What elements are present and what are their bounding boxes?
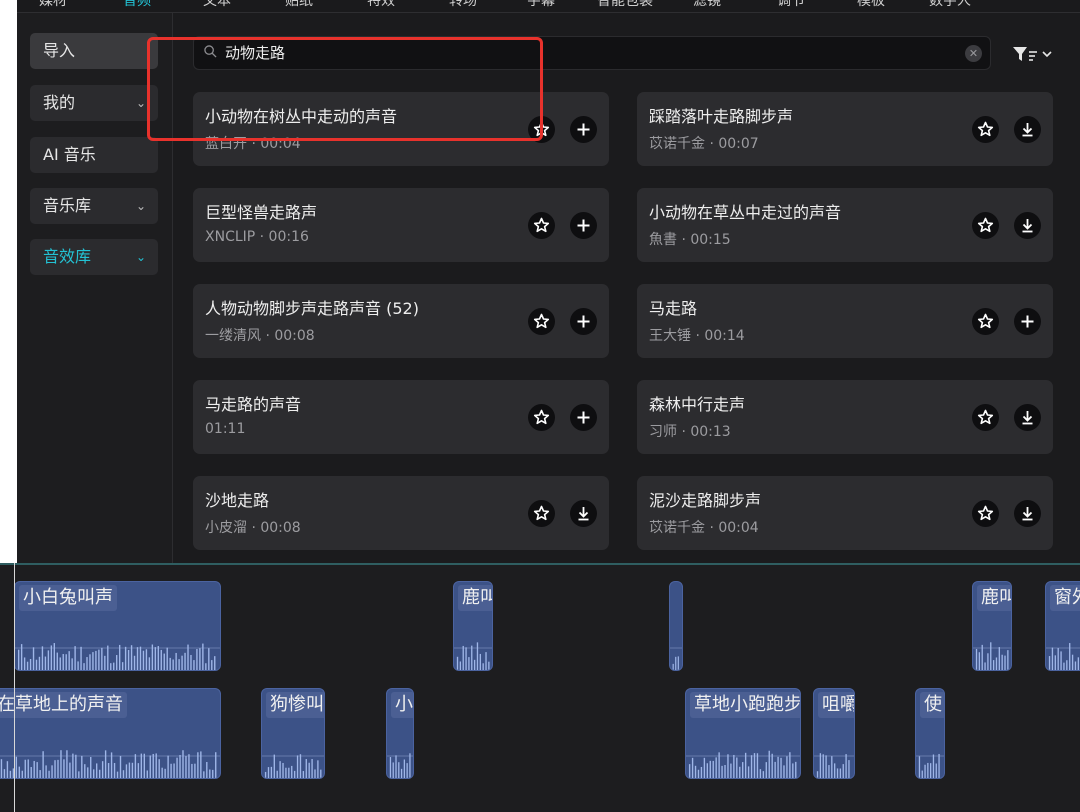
sfx-author-duration: 苡诺千金 · 00:04 [649, 520, 759, 536]
timeline-clip[interactable]: 鹿叫 [972, 581, 1012, 671]
sfx-author-duration: 魚書 · 00:15 [649, 232, 731, 248]
timeline-clip[interactable] [669, 581, 683, 671]
tab-digital-human[interactable]: 数字人 [929, 0, 971, 10]
sfx-title: 踩踏落叶走路脚步声 [649, 107, 794, 126]
playhead[interactable] [14, 563, 15, 812]
filter-icon[interactable] [1011, 43, 1055, 65]
star-icon[interactable] [528, 212, 555, 239]
timeline-ruler-line [0, 563, 1080, 565]
sidebar-item-label: 音效库 [43, 247, 92, 266]
clip-label: 窗外 [1050, 585, 1080, 611]
clip-label: 鹿叫 [977, 585, 1011, 611]
tab-text[interactable]: 文本 [203, 0, 231, 10]
sfx-author-duration: 01:11 [205, 421, 246, 437]
sfx-result-card[interactable]: 森林中行走声 习师 · 00:13 [637, 380, 1053, 454]
sfx-result-card[interactable]: 沙地走路小皮溜 · 00:08 [193, 476, 609, 550]
star-icon[interactable] [528, 500, 555, 527]
sfx-author-duration: 习师 · 00:13 [649, 424, 731, 440]
tab-effects[interactable]: 特效 [367, 0, 395, 10]
sidebar-item-label: AI 音乐 [43, 145, 96, 164]
sfx-title: 巨型怪兽走路声 [205, 203, 318, 222]
tab-adjust[interactable]: 调节 [777, 0, 805, 10]
download-icon[interactable] [570, 500, 597, 527]
highlight-box [147, 37, 543, 141]
sfx-author-duration: 苡诺千金 · 00:07 [649, 136, 759, 152]
plus-icon[interactable] [570, 308, 597, 335]
timeline-clip[interactable]: 窗外 [1045, 581, 1080, 671]
star-icon[interactable] [528, 308, 555, 335]
timeline-clip[interactable]: 草地小跑跑步 [685, 688, 801, 779]
clip-label: 狗惨叫 [266, 692, 324, 718]
tab-captions[interactable]: 字幕 [527, 0, 555, 10]
clip-label: 咀嚼 [818, 692, 854, 718]
sfx-title: 泥沙走路脚步声 [649, 491, 762, 510]
sfx-title: 森林中行走声 [649, 395, 746, 414]
chevron-down-icon: ⌄ [135, 199, 146, 213]
sfx-result-card[interactable]: 人物动物脚步声走路声音 (52) 一缕清风 · 00:08 [193, 284, 609, 358]
tab-stickers[interactable]: 贴纸 [285, 0, 313, 10]
sfx-title: 马走路 [649, 299, 698, 318]
sfx-result-card[interactable]: 踩踏落叶走路脚步声 苡诺千金 · 00:07 [637, 92, 1053, 166]
chevron-down-icon: ⌄ [135, 96, 146, 110]
sfx-author-duration: XNCLIP · 00:16 [205, 229, 309, 245]
timeline: 小白兔叫声 鹿叫 鹿叫 窗外走在草地上的声音 狗惨叫 小 草地小跑跑步咀嚼 使 [0, 563, 1080, 812]
tab-media[interactable]: 媒材 [39, 0, 67, 10]
star-icon[interactable] [972, 116, 999, 143]
sidebar-item-label: 导入 [43, 41, 76, 60]
tab-filters[interactable]: 滤镜 [693, 0, 721, 10]
close-icon[interactable]: ✕ [965, 45, 982, 62]
download-icon[interactable] [1014, 500, 1041, 527]
plus-icon[interactable] [570, 116, 597, 143]
sfx-author-duration: 一缕清风 · 00:08 [205, 328, 315, 344]
download-icon[interactable] [1014, 212, 1041, 239]
download-icon[interactable] [1014, 404, 1041, 431]
top-nav: 媒材 音频 文本 贴纸 特效 转场 字幕 智能包装 滤镜 调节 模板 数字人 [17, 0, 1080, 13]
timeline-clip[interactable]: 小白兔叫声 [14, 581, 221, 671]
timeline-clip[interactable]: 走在草地上的声音 [0, 688, 221, 779]
sfx-title: 人物动物脚步声走路声音 (52) [205, 299, 419, 318]
timeline-clip[interactable]: 咀嚼 [813, 688, 855, 779]
tab-transitions[interactable]: 转场 [449, 0, 477, 10]
clip-label: 草地小跑跑步 [690, 692, 800, 718]
star-icon[interactable] [528, 404, 555, 431]
clip-label: 使 [920, 692, 944, 718]
star-icon[interactable] [972, 308, 999, 335]
clip-label: 鹿叫 [458, 585, 492, 611]
timeline-clip[interactable]: 鹿叫 [453, 581, 493, 671]
sfx-title: 沙地走路 [205, 491, 270, 510]
star-icon[interactable] [972, 404, 999, 431]
download-icon[interactable] [1014, 116, 1041, 143]
timeline-clip[interactable]: 小 [386, 688, 414, 779]
plus-icon[interactable] [570, 404, 597, 431]
sidebar-item-sfx-library[interactable]: 音效库 ⌄ [30, 239, 158, 275]
sidebar-item-music-library[interactable]: 音乐库 ⌄ [30, 188, 158, 224]
timeline-clip[interactable]: 狗惨叫 [261, 688, 325, 779]
sidebar-item-mine[interactable]: 我的 ⌄ [30, 85, 158, 121]
sfx-title: 马走路的声音 [205, 395, 302, 414]
sfx-author-duration: 小皮溜 · 00:08 [205, 520, 301, 536]
sidebar-item-label: 我的 [43, 93, 76, 112]
sfx-result-card[interactable]: 泥沙走路脚步声 苡诺千金 · 00:04 [637, 476, 1053, 550]
sidebar-item-import[interactable]: 导入 [30, 33, 158, 69]
plus-icon[interactable] [1014, 308, 1041, 335]
clip-label: 小 [391, 692, 413, 718]
star-icon[interactable] [972, 500, 999, 527]
chevron-down-icon: ⌄ [135, 250, 146, 264]
sfx-result-card[interactable]: 小动物在草丛中走过的声音 魚書 · 00:15 [637, 188, 1053, 262]
clip-label: 小白兔叫声 [19, 585, 117, 611]
tab-audio[interactable]: 音频 [123, 0, 151, 10]
star-icon[interactable] [972, 212, 999, 239]
sfx-result-card[interactable]: 马走路的声音 01:11 [193, 380, 609, 454]
tab-templates[interactable]: 模板 [857, 0, 885, 10]
clip-label: 走在草地上的声音 [0, 692, 127, 718]
sidebar-item-ai-music[interactable]: AI 音乐 [30, 137, 158, 173]
sfx-result-card[interactable]: 巨型怪兽走路声 XNCLIP · 00:16 [193, 188, 609, 262]
timeline-clip[interactable]: 使 [915, 688, 945, 779]
sidebar-item-label: 音乐库 [43, 196, 92, 215]
sfx-title: 小动物在草丛中走过的声音 [649, 203, 842, 222]
tab-smart-package[interactable]: 智能包装 [597, 0, 653, 10]
sfx-author-duration: 王大锤 · 00:14 [649, 328, 745, 344]
sfx-result-card[interactable]: 马走路王大锤 · 00:14 [637, 284, 1053, 358]
plus-icon[interactable] [570, 212, 597, 239]
